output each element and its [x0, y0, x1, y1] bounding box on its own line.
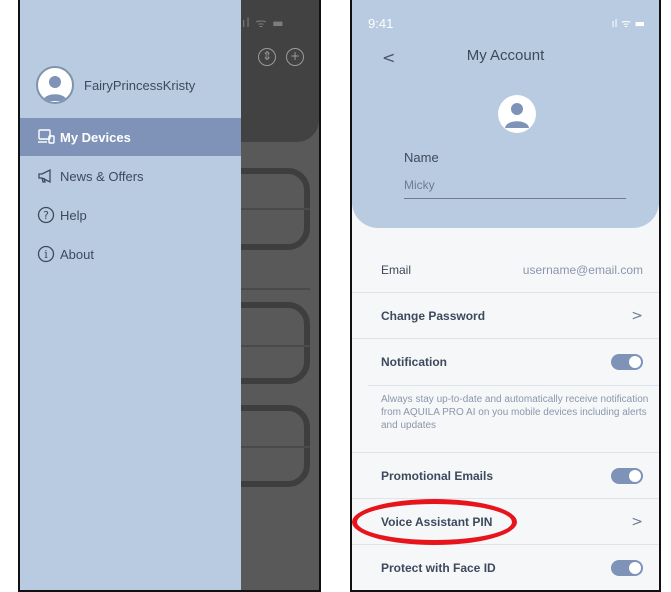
user-icon — [505, 103, 529, 128]
svg-text:?: ? — [43, 209, 49, 222]
email-row[interactable]: Email username@email.com — [352, 247, 659, 293]
menu-item-about[interactable]: i About — [20, 235, 241, 273]
status-icons: ıl ᯤ ▬ — [242, 16, 285, 30]
promotional-emails-toggle[interactable] — [611, 467, 643, 484]
svg-text:i: i — [44, 248, 48, 261]
menu-item-label: News & Offers — [60, 168, 144, 184]
notification-row: Notification — [352, 339, 659, 385]
account-header: 9:41 ıl ᯤ ▬ < My Account Name Micky — [352, 0, 659, 228]
avatar — [36, 66, 74, 104]
name-field-underline — [404, 198, 626, 199]
menu-item-my-devices[interactable]: My Devices — [20, 118, 241, 156]
left-phone-screen: ıl ᯤ ▬ ⇕ + FairyPrincessKristy My Device… — [18, 0, 321, 592]
notification-label: Notification — [381, 355, 447, 369]
page-title: My Account — [466, 47, 545, 64]
menu-item-label: About — [60, 246, 94, 262]
highlight-annotation — [352, 499, 517, 545]
change-password-row[interactable]: Change Password > — [352, 293, 659, 339]
drawer-username: FairyPrincessKristy — [84, 77, 196, 93]
devices-icon — [36, 127, 56, 147]
face-id-toggle[interactable] — [611, 559, 643, 576]
status-time: 9:41 — [368, 16, 394, 31]
menu-item-help[interactable]: ? Help — [20, 196, 241, 234]
drawer-user-profile[interactable]: FairyPrincessKristy — [36, 66, 195, 104]
megaphone-icon — [36, 166, 56, 186]
change-password-label: Change Password — [381, 308, 486, 323]
promotional-emails-row: Promotional Emails — [352, 453, 659, 499]
divider — [240, 345, 310, 347]
status-icons: ıl ᯤ ▬ — [611, 17, 645, 30]
user-icon — [43, 76, 67, 101]
email-value: username@email.com — [522, 262, 643, 277]
face-id-row: Protect with Face ID — [352, 545, 659, 590]
avatar[interactable] — [498, 95, 536, 133]
name-field[interactable]: Micky — [404, 178, 435, 192]
chevron-right-icon: > — [631, 307, 643, 324]
menu-item-label: Help — [60, 207, 87, 223]
notification-toggle[interactable] — [611, 354, 643, 370]
name-label: Name — [404, 150, 439, 165]
add-icon[interactable]: + — [286, 48, 304, 66]
notification-description: Always stay up-to-date and automatically… — [381, 394, 649, 431]
side-drawer: FairyPrincessKristy My Devices News & Of… — [20, 0, 241, 590]
email-label: Email — [381, 262, 412, 277]
divider — [240, 446, 310, 448]
divider — [240, 208, 310, 210]
divider — [368, 385, 659, 386]
promotional-emails-label: Promotional Emails — [381, 468, 494, 483]
sort-icon[interactable]: ⇕ — [258, 48, 276, 66]
chevron-right-icon: > — [631, 513, 643, 530]
divider — [240, 288, 310, 290]
menu-item-news-offers[interactable]: News & Offers — [20, 157, 241, 195]
info-icon: i — [36, 244, 56, 264]
face-id-label: Protect with Face ID — [381, 560, 496, 575]
menu-item-label: My Devices — [60, 129, 131, 145]
help-icon: ? — [36, 205, 56, 225]
